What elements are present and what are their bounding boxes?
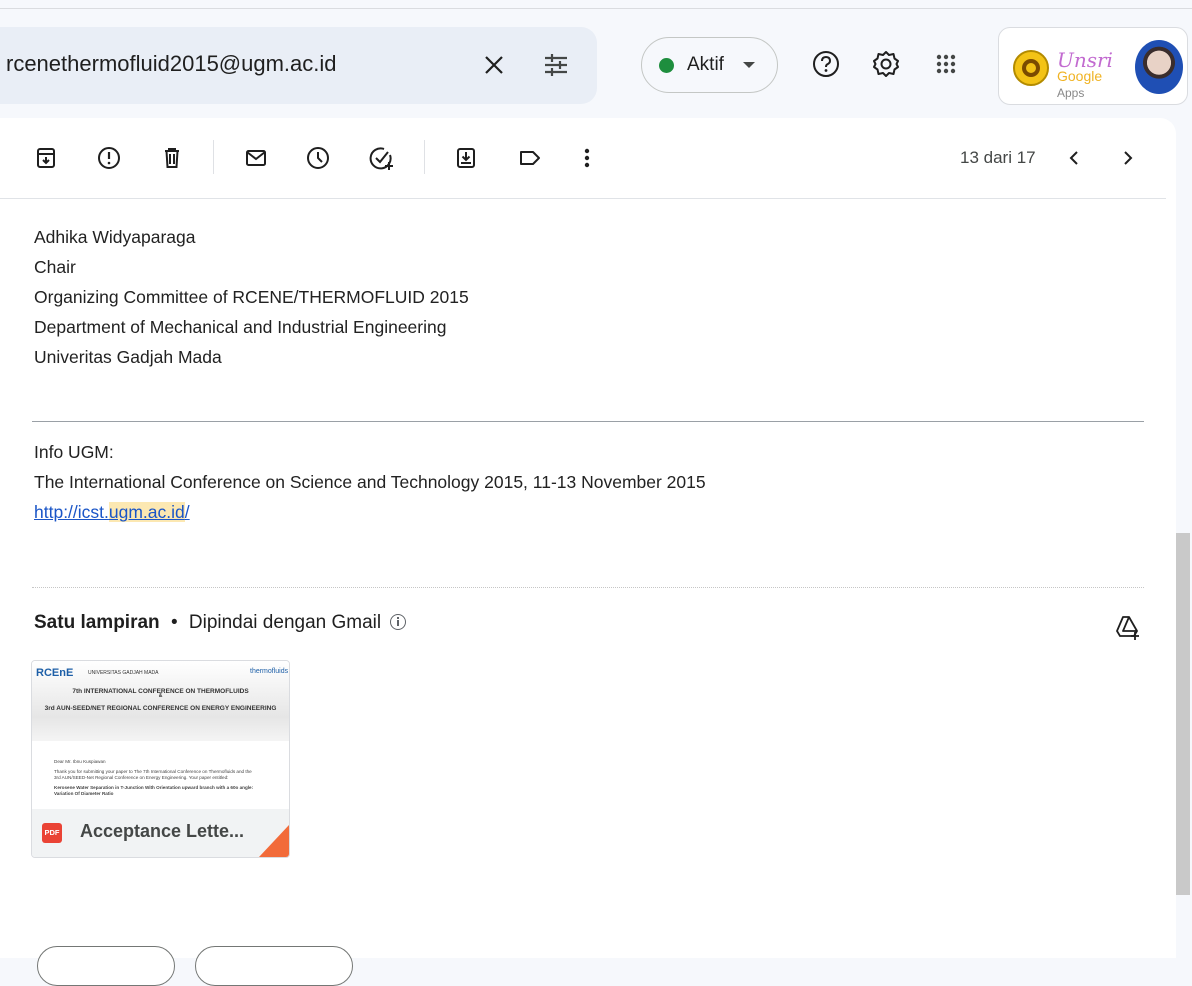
message-toolbar: 13 dari 17 xyxy=(0,118,1166,199)
close-icon xyxy=(485,56,503,74)
preview-paper-title: Variation Of Diameter Ratio xyxy=(54,791,114,796)
trash-icon xyxy=(165,148,179,168)
snooze-button[interactable] xyxy=(300,140,336,176)
more-options-button[interactable] xyxy=(569,140,605,176)
signature-university: Univeritas Gadjah Mada xyxy=(34,347,222,367)
archive-icon xyxy=(37,148,55,168)
preview-ampersand: & xyxy=(158,693,163,699)
forward-button[interactable] xyxy=(195,946,353,986)
attachments-count: Satu lampiran xyxy=(34,612,160,633)
toolbar-divider xyxy=(424,140,425,174)
info-link[interactable]: http://icst.ugm.ac.id/ xyxy=(34,502,190,522)
account-switcher[interactable]: Unsri Google Apps xyxy=(998,27,1188,105)
preview-subtitle: 3rd AUN-SEED/NET REGIONAL CONFERENCE ON … xyxy=(44,705,277,712)
spam-icon xyxy=(98,147,120,169)
settings-button[interactable] xyxy=(868,46,904,82)
archive-button[interactable] xyxy=(28,140,64,176)
seal-icon xyxy=(1013,50,1049,86)
add-task-icon xyxy=(369,147,393,170)
add-to-drive-button[interactable] xyxy=(1112,612,1142,642)
message-pane: 13 dari 17 Adhika Widyaparaga Chair Orga… xyxy=(0,118,1176,986)
org-logo: Unsri Google Apps xyxy=(1011,48,1126,100)
toolbar-divider xyxy=(213,140,214,174)
signature-block: Adhika Widyaparaga Chair Organizing Comm… xyxy=(34,222,469,372)
preview-text: Thank you for submitting your paper to T… xyxy=(54,769,252,774)
search-options-button[interactable] xyxy=(538,47,574,83)
pager-count: 13 dari 17 xyxy=(960,148,1036,167)
attachment-card[interactable]: RCEnE UNIVERSITAS GADJAH MADA thermoflui… xyxy=(31,660,290,858)
info-block: Info UGM: The International Conference o… xyxy=(34,437,706,527)
clock-icon xyxy=(307,147,329,169)
preview-logo: RCEnE xyxy=(36,667,74,679)
report-spam-button[interactable] xyxy=(91,140,127,176)
avatar[interactable] xyxy=(1135,40,1183,94)
move-to-icon xyxy=(457,148,475,168)
signature-role: Chair xyxy=(34,257,76,277)
newer-button[interactable] xyxy=(1056,140,1092,176)
chevron-right-icon xyxy=(1124,151,1133,165)
labels-button[interactable] xyxy=(511,140,547,176)
attachments-header: Satu lampiran • Dipindai dengan Gmail xyxy=(34,612,407,634)
support-button[interactable] xyxy=(808,46,844,82)
help-icon xyxy=(813,51,839,77)
scrollbar-thumb[interactable] xyxy=(1176,533,1190,895)
status-label: Aktif xyxy=(687,54,724,75)
preview-greeting: Dear Mr. Ibnu Kuspiawan xyxy=(54,759,106,764)
add-to-tasks-button[interactable] xyxy=(363,140,399,176)
top-border xyxy=(0,0,1192,9)
attachment-filename: Acceptance Lette... xyxy=(80,821,245,841)
page-fold-icon xyxy=(259,825,289,857)
drive-add-icon xyxy=(1116,616,1139,640)
tune-icon xyxy=(545,54,567,76)
clear-search-button[interactable] xyxy=(476,47,512,83)
info-heading: Info UGM: xyxy=(34,442,114,462)
chevron-left-icon xyxy=(1069,151,1078,165)
delete-button[interactable] xyxy=(154,140,190,176)
apps-grid-icon xyxy=(936,54,956,74)
preview-text: 3rd AUN/SEED-Net Regional Conference on … xyxy=(54,775,229,780)
signature-committee: Organizing Committee of RCENE/THERMOFLUI… xyxy=(34,287,469,307)
attachment-preview: RCEnE UNIVERSITAS GADJAH MADA thermoflui… xyxy=(32,661,289,741)
attachments-divider xyxy=(32,587,1144,588)
info-line: The International Conference on Science … xyxy=(34,472,706,492)
label-icon xyxy=(520,151,540,165)
mark-unread-button[interactable] xyxy=(238,140,274,176)
attachment-label-bar: PDF Acceptance Lette... xyxy=(32,809,289,857)
status-dot xyxy=(659,58,674,73)
more-vert-icon xyxy=(584,148,590,168)
signature-name: Adhika Widyaparaga xyxy=(34,227,196,247)
move-to-button[interactable] xyxy=(448,140,484,176)
divider xyxy=(32,421,1144,422)
gear-icon xyxy=(873,51,899,77)
scanned-note: Dipindai dengan Gmail xyxy=(188,612,382,633)
preview-uni: UNIVERSITAS GADJAH MADA xyxy=(88,670,159,676)
logo-subtext: Google Apps xyxy=(1057,68,1103,100)
older-button[interactable] xyxy=(1110,140,1146,176)
reply-button[interactable] xyxy=(37,946,175,986)
preview-brand: thermofluids xyxy=(250,668,289,675)
search-input[interactable]: rcenethermofluid2015@ugm.ac.id xyxy=(6,51,337,77)
info-icon[interactable] xyxy=(390,614,407,630)
pdf-icon: PDF xyxy=(42,823,62,843)
apps-button[interactable] xyxy=(928,46,964,82)
search-bar[interactable]: rcenethermofluid2015@ugm.ac.id xyxy=(0,27,597,104)
preview-paper-title: Kerosene Water Separation in T-Junction … xyxy=(54,785,254,790)
signature-department: Department of Mechanical and Industrial … xyxy=(34,317,447,337)
chevron-down-icon xyxy=(743,62,755,68)
mail-icon xyxy=(246,150,266,166)
status-dropdown[interactable]: Aktif xyxy=(641,37,778,93)
